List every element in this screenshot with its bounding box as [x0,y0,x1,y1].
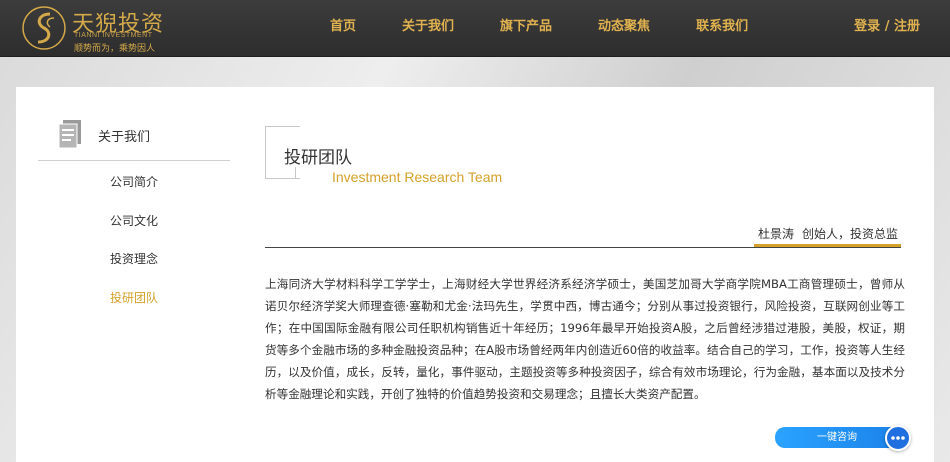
chat-dots-icon [891,436,905,440]
person-divider [265,247,901,248]
logo-slogan: 顺势而为，乘势因人 [74,44,156,54]
logo-icon [22,6,66,50]
register-link[interactable]: 注册 [894,19,920,34]
page-title: 投研团队 [284,148,352,168]
document-icon [58,120,81,149]
sidebar-header: 关于我们 [54,118,230,161]
sidebar-divider [38,160,230,161]
chat-bubble-icon[interactable] [885,425,911,451]
login-link[interactable]: 登录 [854,19,880,34]
sidebar-item-company-culture[interactable]: 公司文化 [110,212,158,229]
person-name: 杜景涛 [758,227,795,241]
logo-name-en: TIANNI INVESTMENT [74,32,153,39]
person-bio: 上海同济大学材料科学工学学士，上海财经大学世界经济系经济学硕士，美国芝加哥大学商… [265,277,905,401]
top-navigation-bar: 天猊投资 TIANNI INVESTMENT 顺势而为，乘势因人 首页 关于我们… [0,0,950,57]
person-role: 创始人，投资总监 [802,227,899,241]
sidebar-item-research-team[interactable]: 投研团队 [110,289,158,306]
sidebar-title: 关于我们 [98,130,151,145]
sidebar-item-company-profile[interactable]: 公司简介 [110,173,158,190]
nav-products[interactable]: 旗下产品 [500,0,552,57]
logo[interactable]: 天猊投资 TIANNI INVESTMENT 顺势而为，乘势因人 [20,4,220,54]
nav-about[interactable]: 关于我们 [402,0,454,57]
nav-home[interactable]: 首页 [330,0,356,57]
sidebar-item-investment-philosophy[interactable]: 投资理念 [110,250,158,267]
page-subtitle-en: Investment Research Team [332,169,503,185]
person-divider-accent [754,244,901,247]
login-separator: / [880,19,894,34]
title-frame-corner [284,167,296,179]
nav-contact[interactable]: 联系我们 [696,0,748,57]
content-card: 关于我们 公司简介 公司文化 投资理念 投研团队 投研团队 Investment… [16,87,934,462]
person-heading: 杜景涛 创始人，投资总监 [758,225,898,242]
main-nav: 首页 关于我们 旗下产品 动态聚焦 联系我们 [330,0,794,57]
nav-news[interactable]: 动态聚焦 [598,0,650,57]
login-register: 登录 / 注册 [854,0,920,54]
